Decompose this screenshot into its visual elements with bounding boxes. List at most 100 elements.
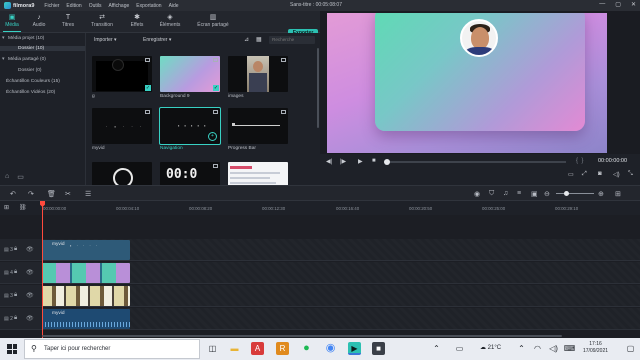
- grid-view-icon[interactable]: ▦: [256, 36, 262, 43]
- zoom-slider-handle[interactable]: [564, 191, 569, 196]
- minimize-icon[interactable]: —: [599, 1, 605, 8]
- menu-edit[interactable]: Edition: [66, 3, 81, 9]
- record-dropdown[interactable]: Enregistrer ▾: [143, 37, 171, 43]
- tree-item-video-samples[interactable]: Échantillon Vidéos (20): [6, 90, 55, 95]
- tab-split-screen[interactable]: ▥ Écran partagé: [195, 14, 231, 28]
- tab-transition[interactable]: ⇄ Transition: [89, 14, 115, 28]
- task-view-icon[interactable]: ◫: [206, 342, 219, 355]
- media-search-input[interactable]: [269, 36, 315, 44]
- tree-item-folder-0[interactable]: Dossier (0): [18, 68, 41, 73]
- undo-icon[interactable]: ↶: [10, 190, 16, 198]
- app-dark-icon[interactable]: ■: [372, 342, 385, 355]
- eye-icon[interactable]: 👁︎: [26, 315, 34, 322]
- close-icon[interactable]: ✕: [631, 1, 636, 8]
- app-orange-icon[interactable]: R: [276, 342, 289, 355]
- media-card-images[interactable]: images: [228, 56, 288, 99]
- tab-media[interactable]: ▣ Média: [3, 14, 21, 32]
- tab-effects[interactable]: ✱ Effets: [127, 14, 147, 28]
- snapshot-icon[interactable]: ▣: [531, 190, 538, 198]
- media-card-progress-bar[interactable]: Progress Bar: [228, 108, 288, 151]
- tab-titles[interactable]: T Titres: [59, 14, 77, 28]
- stop-icon[interactable]: ■: [372, 158, 376, 164]
- menu-help[interactable]: Aide: [169, 3, 179, 9]
- playback-progress-track[interactable]: [386, 161, 566, 163]
- chevron-up-icon[interactable]: ⌃: [430, 342, 443, 355]
- mic-icon[interactable]: ♫: [503, 190, 508, 197]
- zoom-in-icon[interactable]: ⊕: [598, 190, 604, 198]
- media-card-circle[interactable]: [92, 162, 152, 185]
- timeline-clip-audio[interactable]: myvid: [42, 309, 130, 329]
- timeline-clip-background[interactable]: [42, 263, 130, 283]
- tab-elements[interactable]: ◈ Éléments: [157, 14, 183, 28]
- media-card-counter[interactable]: 00:0: [160, 162, 220, 185]
- explorer-icon[interactable]: ▬: [228, 342, 241, 355]
- tree-item-shared-media[interactable]: ▾ Média partagé (0): [2, 57, 46, 62]
- mixer-icon[interactable]: ≡: [517, 190, 521, 197]
- new-folder-icon[interactable]: ⌂: [5, 173, 9, 181]
- app-red-icon[interactable]: A: [251, 342, 264, 355]
- track-row[interactable]: [42, 239, 640, 261]
- menu-export[interactable]: Exportation: [136, 3, 161, 9]
- delete-icon[interactable]: 🗑: [47, 190, 56, 198]
- marker-brackets-icon[interactable]: { }: [576, 158, 583, 164]
- media-card-g[interactable]: ✓ g: [92, 56, 152, 99]
- play-icon[interactable]: ▶: [358, 158, 363, 165]
- chevron-up-icon[interactable]: ⌃: [515, 342, 528, 355]
- windows-start-icon[interactable]: [7, 344, 17, 354]
- timeline-clip-myvid[interactable]: myvid ▪ · · · ·: [42, 240, 130, 260]
- track-row[interactable]: [42, 262, 640, 284]
- shield-icon[interactable]: ⛉: [489, 190, 494, 198]
- render-icon[interactable]: ◉: [474, 190, 480, 198]
- previous-frame-icon[interactable]: ◀|: [326, 158, 332, 165]
- tree-item-folder-10[interactable]: Dossier (10): [0, 46, 85, 51]
- menu-file[interactable]: Fichier: [44, 3, 59, 9]
- fit-timeline-icon[interactable]: ⊞: [615, 190, 621, 198]
- eye-icon[interactable]: 👁︎: [26, 269, 34, 276]
- eye-icon[interactable]: 👁︎: [26, 292, 34, 299]
- zoom-out-icon[interactable]: ⊖: [544, 190, 550, 198]
- filmora-icon[interactable]: ▶: [348, 342, 361, 355]
- menu-view[interactable]: Affichage: [109, 3, 130, 9]
- track-row[interactable]: [42, 285, 640, 307]
- keyboard-icon[interactable]: ⌨: [563, 342, 576, 355]
- step-back-icon[interactable]: |▶: [340, 158, 346, 165]
- taskbar-clock[interactable]: 17:16 17/09/2021: [583, 341, 608, 355]
- add-icon[interactable]: +: [208, 132, 217, 141]
- link-icon[interactable]: ⛓: [19, 204, 27, 211]
- import-dropdown[interactable]: Importer ▾: [94, 37, 117, 43]
- menu-tools[interactable]: Outils: [89, 3, 102, 9]
- lock-icon[interactable]: 🔒︎: [14, 269, 17, 276]
- maximize-icon[interactable]: ▢: [615, 1, 621, 8]
- lock-icon[interactable]: 🔒︎: [14, 246, 17, 253]
- media-card-myvid[interactable]: · ▪ · · · myvid: [92, 108, 152, 151]
- open-folder-icon[interactable]: ▭: [17, 173, 24, 181]
- filter-icon[interactable]: ⊿: [244, 36, 249, 43]
- wifi-icon[interactable]: ◠: [531, 342, 544, 355]
- track-row[interactable]: [42, 308, 640, 330]
- zoom-slider-track[interactable]: [556, 193, 594, 194]
- playhead-line[interactable]: [42, 202, 43, 338]
- timeline-scrollbar[interactable]: [42, 335, 562, 337]
- taskbar-search-box[interactable]: ⚲ Taper ici pour rechercher: [24, 339, 200, 359]
- redo-icon[interactable]: ↷: [28, 190, 34, 198]
- add-track-icon[interactable]: ⊞: [4, 204, 9, 211]
- playback-progress-handle[interactable]: [384, 159, 390, 165]
- volume-icon[interactable]: ◁): [613, 171, 620, 178]
- monitor-icon[interactable]: ▭: [568, 171, 574, 178]
- tab-audio[interactable]: ♪ Audio: [30, 14, 48, 28]
- cut-icon[interactable]: ✂: [65, 190, 71, 198]
- media-card-background-9[interactable]: ✓ Background 9: [160, 56, 220, 99]
- media-card-screenshot[interactable]: [228, 162, 288, 185]
- volume-icon[interactable]: ◁): [547, 342, 560, 355]
- lock-icon[interactable]: 🔒︎: [14, 315, 17, 322]
- network-icon[interactable]: ▭: [453, 342, 466, 355]
- timeline-clip-images[interactable]: [42, 286, 130, 306]
- lock-icon[interactable]: 🔒︎: [14, 292, 17, 299]
- notification-icon[interactable]: ▢: [624, 342, 637, 355]
- spotify-icon[interactable]: ●: [300, 342, 313, 355]
- resize-icon[interactable]: ⤡: [628, 171, 633, 178]
- tree-item-project-media[interactable]: ▾ Média projet (10): [2, 36, 44, 41]
- fullscreen-icon[interactable]: ⤢: [582, 171, 587, 178]
- adjust-icon[interactable]: ☰: [85, 190, 91, 198]
- camera-icon[interactable]: ◙: [598, 171, 602, 177]
